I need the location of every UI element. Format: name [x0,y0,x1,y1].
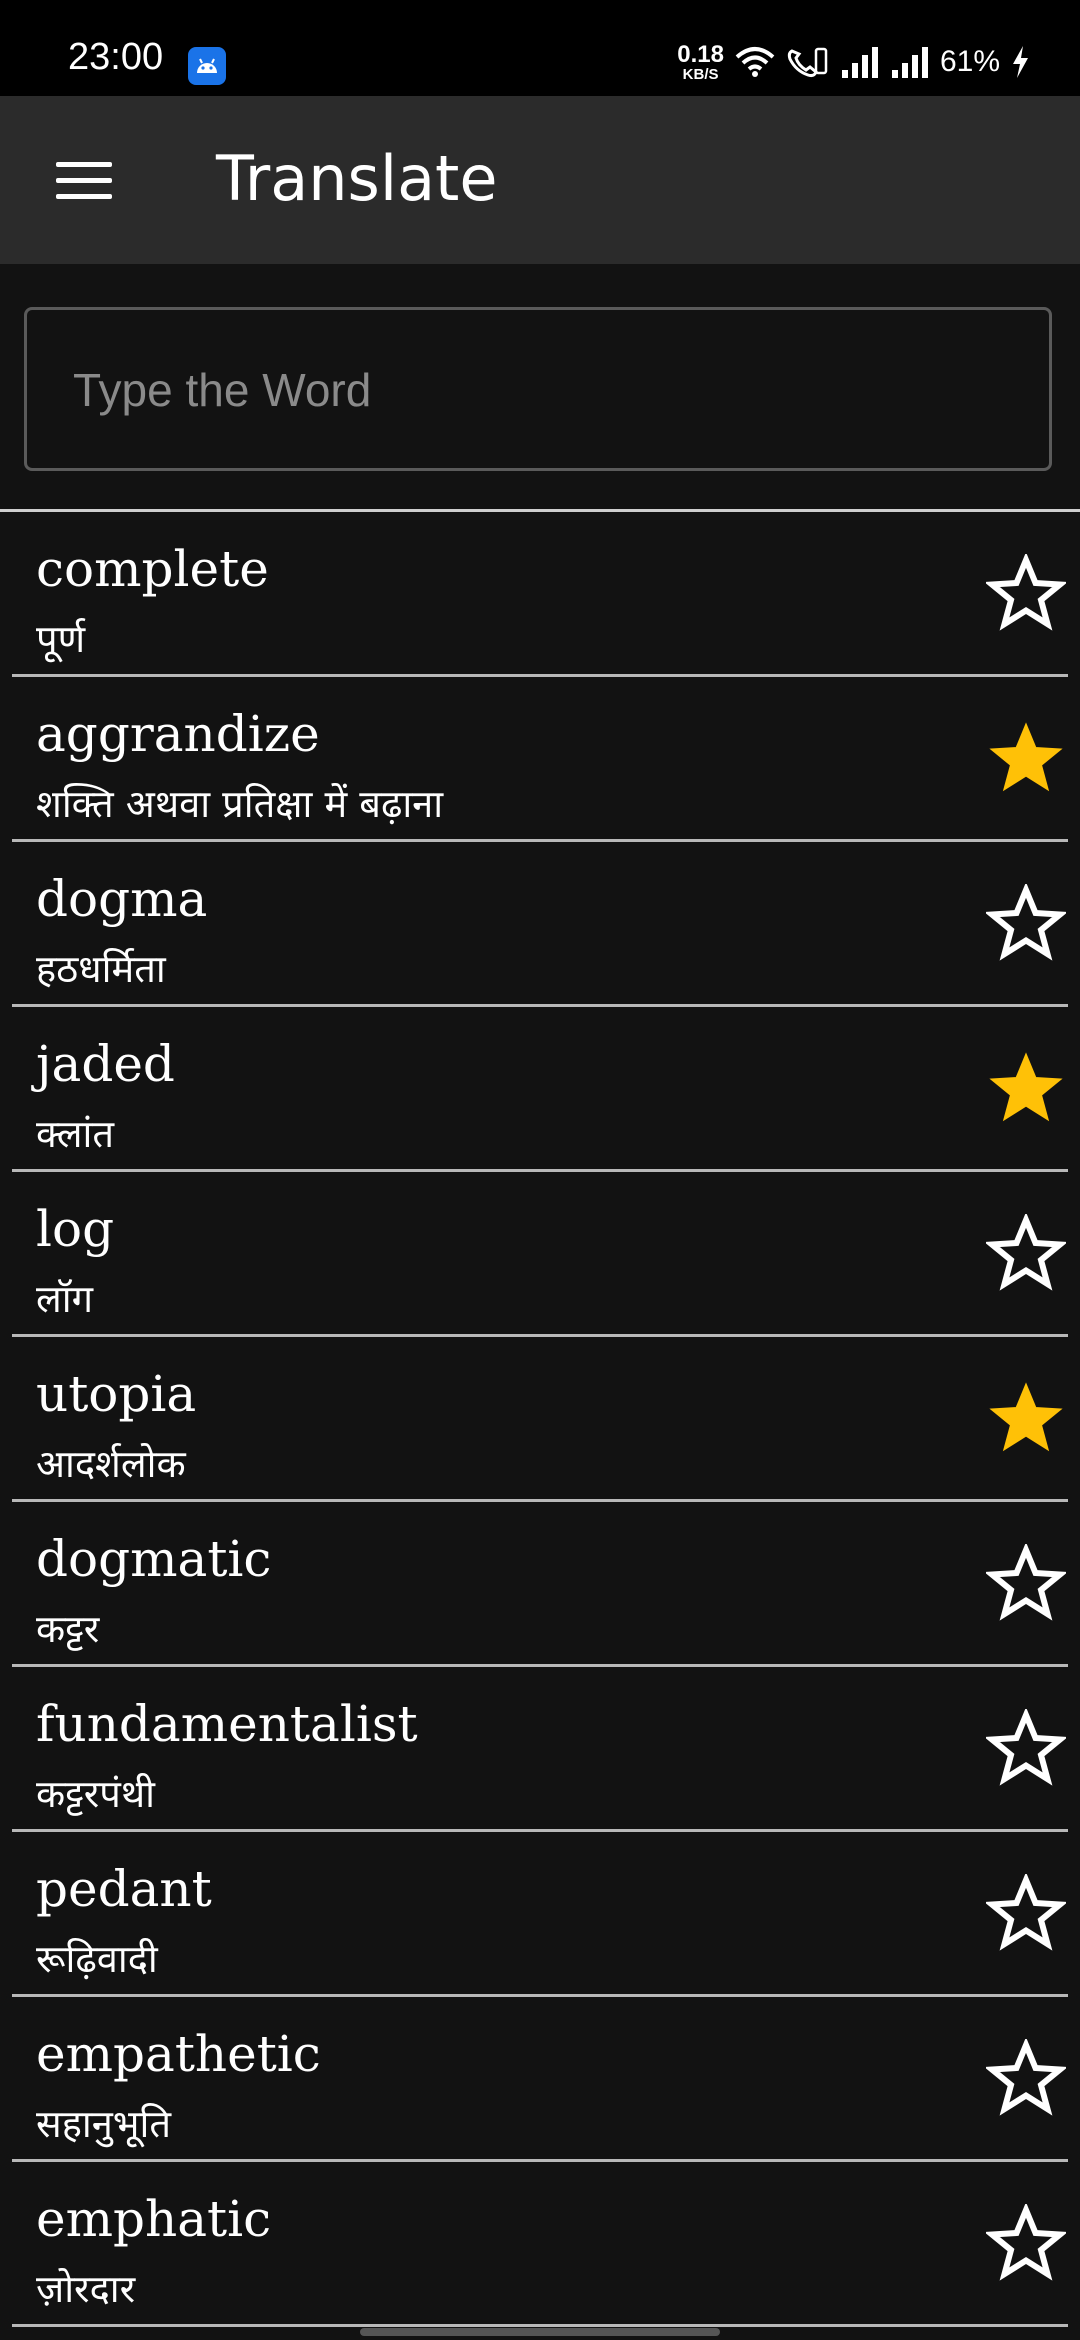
list-item[interactable]: empathetic सहानुभूति [12,1997,1068,2162]
translation-text: रूढ़िवादी [36,1937,158,1981]
list-item[interactable]: dogma हठधर्मिता [12,842,1068,1007]
word-text: utopia [36,1365,197,1423]
star-outline-icon[interactable] [986,884,1066,964]
list-item[interactable]: utopia आदर्शलोक [12,1337,1068,1502]
wifi-calling-icon [787,47,828,78]
translation-text: हठधर्मिता [36,947,166,991]
translation-text: कट्टरपंथी [36,1772,156,1816]
translation-text: शक्ति अथवा प्रतिक्षा में बढ़ाना [36,782,444,826]
android-notification-icon [188,47,226,85]
status-time: 23:00 [68,36,164,78]
star-outline-icon[interactable] [986,554,1066,634]
translation-text: पूर्ण [36,617,86,661]
search-input[interactable] [71,310,1015,470]
charging-bolt-icon [1013,46,1028,78]
word-text: aggrandize [36,705,320,763]
translation-text: कट्टर [36,1607,100,1651]
gesture-bar [360,2328,720,2336]
word-list: complete पूर्ण aggrandize शक्ति अथवा प्रतिक… [0,512,1080,2327]
list-item[interactable]: pedant रूढ़िवादी [12,1832,1068,1997]
star-filled-icon[interactable] [986,1379,1066,1459]
translation-text: क्लांत [36,1112,114,1156]
word-text: fundamentalist [36,1695,418,1753]
network-speed: 0.18 KB/S [677,40,724,83]
list-item[interactable]: jaded क्लांत [12,1007,1068,1172]
list-item[interactable]: complete पूर्ण [12,512,1068,677]
list-item[interactable]: emphatic ज़ोरदार [12,2162,1068,2327]
star-outline-icon[interactable] [986,1544,1066,1624]
word-text: empathetic [36,2025,321,2083]
status-icons: 0.18 KB/S 61% [677,42,1030,82]
word-text: log [36,1200,115,1258]
translation-text: लॉग [36,1277,94,1321]
app-bar: Translate [0,96,1080,264]
status-bar: 23:00 0.18 KB/S 61% [0,0,1080,96]
star-outline-icon[interactable] [986,1709,1066,1789]
signal-1-icon [841,47,878,78]
page-title: Translate [216,142,498,215]
search-field[interactable] [24,307,1052,471]
word-text: dogmatic [36,1530,272,1588]
signal-2-icon [891,47,928,78]
word-text: emphatic [36,2190,272,2248]
star-outline-icon[interactable] [986,1874,1066,1954]
star-filled-icon[interactable] [986,1049,1066,1129]
translation-text: आदर्शलोक [36,1442,186,1486]
battery-percent: 61% [939,45,1000,78]
star-outline-icon[interactable] [986,2039,1066,2119]
word-text: pedant [36,1860,212,1918]
star-filled-icon[interactable] [986,719,1066,799]
menu-icon[interactable] [34,138,134,222]
word-text: dogma [36,870,208,928]
wifi-icon [735,47,775,77]
word-text: jaded [36,1035,175,1093]
list-item[interactable]: dogmatic कट्टर [12,1502,1068,1667]
list-item[interactable]: log लॉग [12,1172,1068,1337]
star-outline-icon[interactable] [986,1214,1066,1294]
list-item[interactable]: aggrandize शक्ति अथवा प्रतिक्षा में बढ़ान… [12,677,1068,842]
translation-text: सहानुभूति [36,2102,172,2146]
list-item[interactable]: fundamentalist कट्टरपंथी [12,1667,1068,1832]
word-text: complete [36,540,269,598]
translation-text: ज़ोरदार [36,2267,136,2311]
star-outline-icon[interactable] [986,2204,1066,2284]
